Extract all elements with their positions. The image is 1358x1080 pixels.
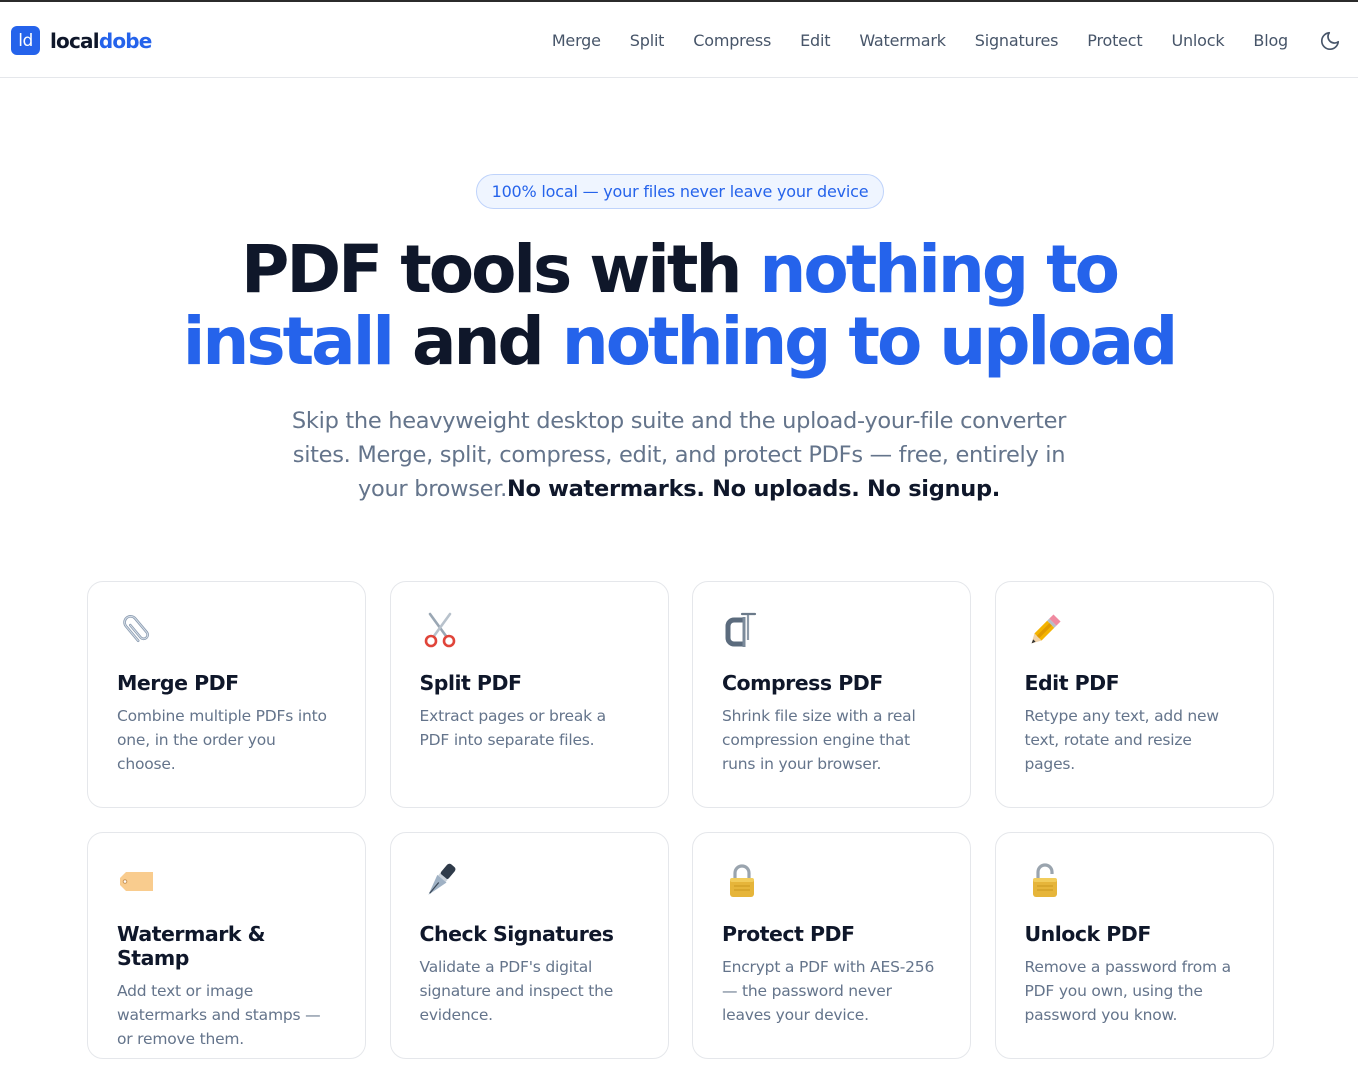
clamp-icon bbox=[725, 612, 757, 647]
tool-title: Watermark & Stamp bbox=[117, 922, 265, 970]
pencil-icon bbox=[1031, 614, 1061, 644]
logo-mark: ld bbox=[11, 26, 40, 55]
logo-link[interactable]: ld localdobe bbox=[11, 26, 152, 55]
scissors-icon bbox=[424, 612, 455, 648]
nav-item-signatures[interactable]: Signatures bbox=[975, 31, 1059, 50]
tool-description: Validate a PDF's digital signature and i… bbox=[419, 958, 614, 1024]
tool-card-split[interactable]: Split PDF Extract pages or break a PDF i… bbox=[389, 581, 669, 808]
tool-card-watermark[interactable]: Watermark & Stamp Add text or image wate… bbox=[87, 832, 366, 1059]
tool-card-merge[interactable]: Merge PDF Combine multiple PDFs into one… bbox=[87, 581, 366, 808]
tool-description: Add text or image watermarks and stamps … bbox=[117, 982, 321, 1048]
paperclip-icon bbox=[123, 615, 149, 643]
tag-icon bbox=[120, 872, 153, 891]
tool-title: Check Signatures bbox=[419, 922, 614, 946]
nav-item-blog[interactable]: Blog bbox=[1253, 31, 1288, 50]
nav-item-merge[interactable]: Merge bbox=[552, 31, 601, 50]
tool-title: Merge PDF bbox=[117, 671, 239, 695]
nav-item-watermark[interactable]: Watermark bbox=[859, 31, 946, 50]
logo-wordmark: localdobe bbox=[50, 28, 152, 53]
tool-title: Compress PDF bbox=[722, 671, 883, 695]
tool-card-protect[interactable]: Protect PDF Encrypt a PDF with AES-256 —… bbox=[692, 832, 971, 1059]
tool-description: Extract pages or break a PDF into separa… bbox=[419, 707, 607, 749]
tool-title: Edit PDF bbox=[1024, 671, 1120, 695]
fountain-pen-icon bbox=[427, 863, 455, 895]
unlock-icon bbox=[1032, 863, 1057, 897]
site-header: ld localdobe Merge Split Compress Edit W… bbox=[0, 2, 1358, 78]
nav-item-protect[interactable]: Protect bbox=[1087, 31, 1142, 50]
tool-title: Protect PDF bbox=[722, 922, 855, 946]
moon-icon bbox=[1320, 31, 1340, 51]
nav-item-edit[interactable]: Edit bbox=[800, 31, 830, 50]
tool-description: Remove a password from a PDF you own, us… bbox=[1024, 958, 1232, 1024]
tool-description: Encrypt a PDF with AES-256 — the passwor… bbox=[722, 958, 935, 1024]
main-nav: Merge Split Compress Edit Watermark Sign… bbox=[552, 2, 1288, 78]
tool-title: Split PDF bbox=[419, 671, 522, 695]
tool-card-compress[interactable]: Compress PDF Shrink file size with a rea… bbox=[692, 581, 971, 808]
tool-description: Combine multiple PDFs into one, in the o… bbox=[117, 707, 327, 773]
theme-toggle-button[interactable] bbox=[1318, 29, 1342, 53]
nav-item-unlock[interactable]: Unlock bbox=[1171, 31, 1224, 50]
page-title: PDF tools with nothing to install and no… bbox=[182, 231, 1179, 380]
tools-grid: Merge PDF Combine multiple PDFs into one… bbox=[87, 581, 1274, 1059]
nav-item-compress[interactable]: Compress bbox=[693, 31, 771, 50]
nav-item-split[interactable]: Split bbox=[630, 31, 665, 50]
lock-icon bbox=[730, 864, 754, 897]
tool-card-edit[interactable]: Edit PDF Retype any text, add new text, … bbox=[994, 581, 1274, 808]
hero-lead: Skip the heavyweight desktop suite and t… bbox=[291, 408, 1067, 502]
tool-card-unlock[interactable]: Unlock PDF Remove a password from a PDF … bbox=[994, 832, 1274, 1059]
tool-description: Shrink file size with a real compression… bbox=[722, 707, 916, 773]
local-badge: 100% local — your files never leave your… bbox=[476, 174, 884, 209]
tool-description: Retype any text, add new text, rotate an… bbox=[1024, 707, 1220, 773]
tool-card-signatures[interactable]: Check Signatures Validate a PDF's digita… bbox=[389, 832, 669, 1059]
tool-title: Unlock PDF bbox=[1024, 922, 1152, 946]
